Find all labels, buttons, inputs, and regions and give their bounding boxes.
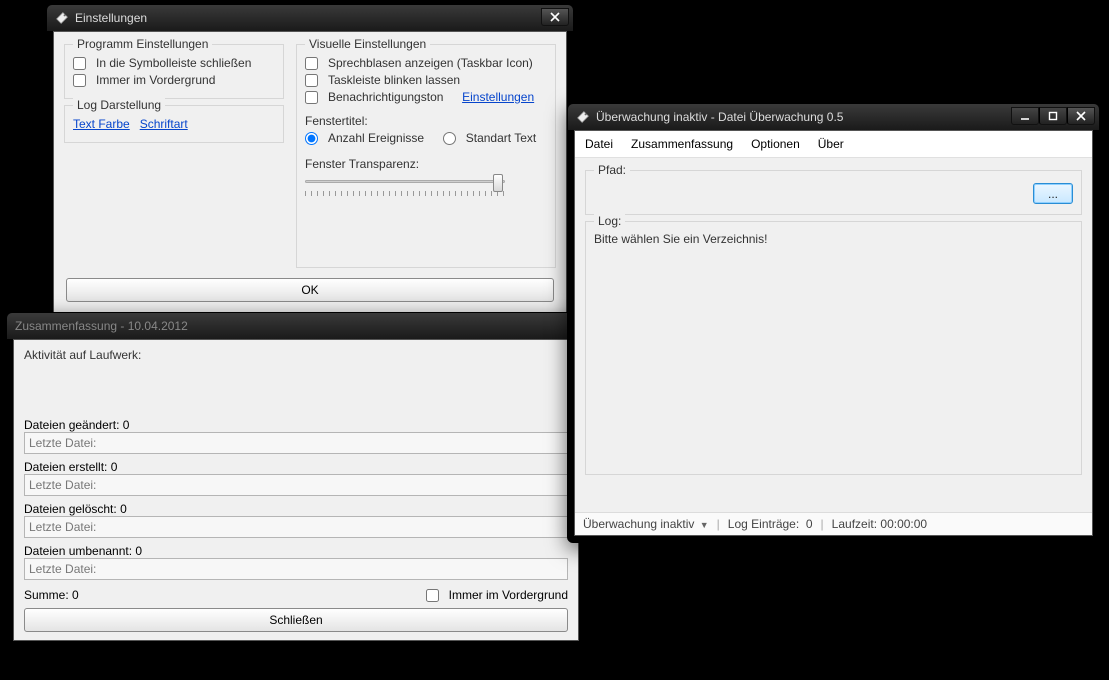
radio-standard-text[interactable] [443, 132, 456, 145]
summary-titlebar[interactable]: Zusammenfassung - 10.04.2012 [7, 313, 585, 339]
label-files-changed: Dateien geändert: [24, 418, 119, 432]
summary-title: Zusammenfassung - 10.04.2012 [15, 319, 581, 333]
count-files-deleted: 0 [120, 502, 127, 516]
close-button[interactable] [541, 8, 569, 26]
label-files-deleted: Dateien gelöscht: [24, 502, 117, 516]
checkbox-show-balloons[interactable] [305, 57, 318, 70]
label-summary-foreground: Immer im Vordergrund [449, 588, 568, 602]
browse-button[interactable]: ... [1033, 183, 1073, 204]
field-last-deleted [24, 516, 568, 538]
status-log-entries: Log Einträge: 0 [728, 517, 813, 531]
chevron-down-icon: ▼ [700, 520, 709, 530]
close-main-button[interactable] [1067, 107, 1095, 125]
status-monitoring[interactable]: Überwachung inaktiv ▼ [583, 517, 709, 531]
label-radio-event-count: Anzahl Ereignisse [328, 131, 424, 145]
label-window-title: Fenstertitel: [305, 114, 368, 128]
label-log: Log: [594, 214, 625, 228]
label-activity: Aktivität auf Laufwerk: [24, 348, 568, 362]
log-content: Bitte wählen Sie ein Verzeichnis! [594, 230, 1073, 246]
label-sum: Summe: [24, 588, 69, 602]
main-title: Überwachung inaktiv - Datei Überwachung … [596, 110, 1011, 124]
menu-summary[interactable]: Zusammenfassung [631, 137, 733, 151]
group-visual-settings: Visuelle Einstellungen Sprechblasen anze… [296, 44, 556, 268]
app-icon [576, 110, 590, 124]
label-files-renamed: Dateien umbenannt: [24, 544, 132, 558]
group-visual-legend: Visuelle Einstellungen [305, 37, 430, 51]
count-files-changed: 0 [123, 418, 130, 432]
link-font[interactable]: Schriftart [140, 117, 188, 131]
count-sum: 0 [72, 588, 79, 602]
link-text-color[interactable]: Text Farbe [73, 117, 130, 131]
minimize-button[interactable] [1011, 107, 1039, 125]
status-runtime: Laufzeit: 00:00:00 [832, 517, 927, 531]
checkbox-close-to-tray[interactable] [73, 57, 86, 70]
group-log: Log: Bitte wählen Sie ein Verzeichnis! [585, 221, 1082, 475]
label-path: Pfad: [594, 163, 630, 177]
group-program-legend: Programm Einstellungen [73, 37, 212, 51]
settings-window: Einstellungen Programm Einstellungen In … [46, 4, 574, 320]
menu-file[interactable]: Datei [585, 137, 613, 151]
label-blink-taskbar: Taskleiste blinken lassen [328, 73, 460, 87]
label-transparency: Fenster Transparenz: [305, 157, 419, 171]
checkbox-summary-foreground[interactable] [426, 589, 439, 602]
link-sound-settings[interactable]: Einstellungen [462, 90, 534, 104]
group-path: Pfad: ... [585, 170, 1082, 215]
label-notification-sound: Benachrichtigungston [328, 90, 443, 104]
statusbar: Überwachung inaktiv ▼ | Log Einträge: 0 … [575, 512, 1092, 535]
count-files-created: 0 [111, 460, 118, 474]
label-files-created: Dateien erstellt: [24, 460, 107, 474]
close-summary-button[interactable]: Schließen [24, 608, 568, 632]
group-program-settings: Programm Einstellungen In die Symbolleis… [64, 44, 284, 99]
field-last-changed [24, 432, 568, 454]
label-show-balloons: Sprechblasen anzeigen (Taskbar Icon) [328, 56, 533, 70]
main-window: Überwachung inaktiv - Datei Überwachung … [567, 103, 1100, 543]
summary-window: Zusammenfassung - 10.04.2012 Aktivität a… [6, 312, 586, 648]
radio-event-count[interactable] [305, 132, 318, 145]
group-log-display: Log Darstellung Text Farbe Schriftart [64, 105, 284, 143]
app-icon [55, 11, 69, 25]
menu-about[interactable]: Über [818, 137, 844, 151]
menu-options[interactable]: Optionen [751, 137, 800, 151]
maximize-button[interactable] [1039, 107, 1067, 125]
checkbox-blink-taskbar[interactable] [305, 74, 318, 87]
checkbox-notification-sound[interactable] [305, 91, 318, 104]
label-close-to-tray: In die Symbolleiste schließen [96, 56, 251, 70]
checkbox-always-on-top[interactable] [73, 74, 86, 87]
main-titlebar[interactable]: Überwachung inaktiv - Datei Überwachung … [568, 104, 1099, 130]
field-last-created [24, 474, 568, 496]
field-last-renamed [24, 558, 568, 580]
slider-transparency[interactable] [305, 174, 505, 192]
settings-titlebar[interactable]: Einstellungen [47, 5, 573, 31]
label-radio-standard-text: Standart Text [466, 131, 537, 145]
settings-title: Einstellungen [75, 11, 541, 25]
menubar: Datei Zusammenfassung Optionen Über [575, 131, 1092, 158]
label-always-on-top: Immer im Vordergrund [96, 73, 215, 87]
count-files-renamed: 0 [135, 544, 142, 558]
group-log-legend: Log Darstellung [73, 98, 165, 112]
ok-button[interactable]: OK [66, 278, 554, 302]
